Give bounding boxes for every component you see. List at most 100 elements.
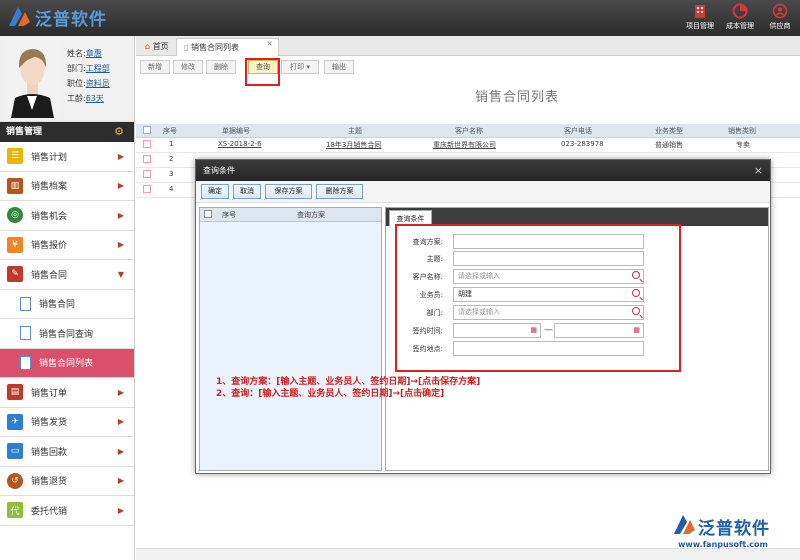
cell-no: 1 <box>169 140 174 148</box>
cell-no: 3 <box>169 170 174 178</box>
table-row[interactable]: 1 XS-2018-2-6 18年3月销售合同 重庆新世界有限公司 023-28… <box>136 138 800 153</box>
note-line: 2、查询：[输入主题、业务员人、签约日期]→[点击确定] <box>216 389 445 399</box>
sidebar-item-sales-opportunity[interactable]: ◎ 销售机会 ▶ <box>0 201 134 231</box>
col-code: 单据编号 <box>222 127 250 135</box>
sidebar-item-sales-return[interactable]: ↺ 销售退货 ▶ <box>0 467 134 496</box>
tab-contract-list[interactable]: ▯ 销售合同列表 × <box>176 38 279 56</box>
select-all-checkbox[interactable] <box>204 210 212 218</box>
profile-age-label: 工龄: <box>67 94 86 103</box>
sidebar-item-label: 销售发货 <box>31 418 68 429</box>
nav-supplier[interactable]: 供应商 <box>760 0 800 36</box>
toolbar: 新增 修改 删除 查询 打印 ▾ 输出 <box>136 56 800 78</box>
gear-icon[interactable]: ⚙ <box>114 122 124 142</box>
scheme-list-header: 序号 查询方案 <box>200 208 381 222</box>
chevron-right-icon: ▶ <box>117 476 124 486</box>
sidebar-item-label: 销售订单 <box>31 388 68 399</box>
cell-no: 4 <box>169 185 174 193</box>
sidebar-item-sales-archive[interactable]: ▥ 销售档案 ▶ <box>0 172 134 201</box>
nav-cost-management[interactable]: 成本管理 <box>720 0 760 36</box>
col-phone: 客户电话 <box>564 127 592 135</box>
sidebar: 姓名:章惠 部门:工程部 职位:资料员 工龄:63天 销售管理 ⚙ ☰ 销售计划 ▶… <box>0 36 135 560</box>
cell-subject[interactable]: 18年3月销售合同 <box>326 140 381 150</box>
cell-cat: 专卖 <box>736 141 750 149</box>
cell-code[interactable]: XS-2018-2-6 <box>218 140 262 148</box>
edit-button[interactable]: 修改 <box>173 60 203 74</box>
sidebar-item-sales-order[interactable]: ▤ 销售订单 ▶ <box>0 378 134 408</box>
plane-icon: ✈ <box>7 413 23 430</box>
chevron-right-icon: ▶ <box>117 240 124 250</box>
pie-chart-icon <box>732 3 748 19</box>
nav-label: 项目管理 <box>686 22 714 30</box>
tab-home[interactable]: ⌂ 首页 <box>138 38 176 56</box>
app-logo: 泛普软件 <box>6 4 107 30</box>
user-profile: 姓名:章惠 部门:工程部 职位:资料员 工龄:63天 <box>0 36 134 122</box>
building-icon <box>695 5 705 18</box>
print-button[interactable]: 打印 ▾ <box>281 60 319 74</box>
sidebar-item-label: 销售合同 <box>39 300 76 311</box>
cancel-button[interactable]: 取消 <box>233 184 261 199</box>
nav-project-management[interactable]: 项目管理 <box>680 0 720 36</box>
sidebar-item-label: 销售合同查询 <box>39 329 94 340</box>
sidebar-item-sales-quote[interactable]: ¥ 销售报价 ▶ <box>0 231 134 260</box>
sidebar-subitem-contract[interactable]: 销售合同 <box>0 289 134 319</box>
document-icon <box>20 355 31 370</box>
annotation-box-conditions <box>395 224 681 372</box>
col-biz-type: 业务类型 <box>655 127 683 135</box>
grid-header: 序号 单据编号 主题 客户名称 客户电话 业务类型 销售类别 <box>136 124 800 138</box>
scheme-list: 序号 查询方案 <box>199 207 382 471</box>
profile-age[interactable]: 63天 <box>86 94 104 103</box>
delete-button[interactable]: 删除 <box>206 60 236 74</box>
sidebar-subitem-contract-list[interactable]: 销售合同列表 <box>0 348 134 378</box>
profile-title-label: 职位: <box>67 79 86 88</box>
sidebar-item-sales-plan[interactable]: ☰ 销售计划 ▶ <box>0 142 134 172</box>
sidebar-item-consignment[interactable]: 代委托代销 ▶ <box>0 496 134 526</box>
watermark-logo-icon <box>674 515 695 534</box>
profile-dept[interactable]: 工程部 <box>86 64 110 73</box>
row-checkbox[interactable] <box>143 155 151 163</box>
row-checkbox[interactable] <box>143 185 151 193</box>
ok-button[interactable]: 确定 <box>201 184 229 199</box>
sidebar-item-sales-delivery[interactable]: ✈ 销售发货 ▶ <box>0 408 134 437</box>
profile-name[interactable]: 章惠 <box>86 49 102 58</box>
chevron-right-icon: ▶ <box>117 446 124 456</box>
profile-title[interactable]: 资料员 <box>86 79 110 88</box>
row-checkbox[interactable] <box>143 140 151 148</box>
save-scheme-button[interactable]: 保存方案 <box>265 184 312 199</box>
instruction-notes: 1、查询方案：[输入主题、业务员人、签约日期]→[点击保存方案] 2、查询：[输… <box>216 376 480 400</box>
col-no: 序号 <box>222 211 236 219</box>
chevron-right-icon: ▶ <box>117 417 124 427</box>
select-all-checkbox[interactable] <box>143 126 151 134</box>
document-icon <box>20 326 31 341</box>
sidebar-item-label: 销售机会 <box>31 211 68 222</box>
sidebar-item-sales-payment[interactable]: ▭ 销售回款 ▶ <box>0 437 134 467</box>
delete-scheme-button[interactable]: 删除方案 <box>316 184 363 199</box>
tab-label: 首页 <box>152 42 169 51</box>
chevron-down-icon: ▾ <box>306 63 310 71</box>
watermark-url: www.fanpusoft.com <box>678 540 768 549</box>
plan-icon: ☰ <box>7 148 23 165</box>
close-icon[interactable]: × <box>266 35 273 53</box>
sidebar-item-sales-contract[interactable]: ✎ 销售合同 ▼ <box>0 260 134 290</box>
sidebar-item-label: 委托代销 <box>31 506 68 517</box>
cell-customer[interactable]: 重庆新世界有限公司 <box>433 140 496 150</box>
target-icon: ◎ <box>7 207 23 224</box>
page-title: 销售合同列表 <box>475 90 560 105</box>
close-icon[interactable]: × <box>754 160 763 181</box>
nav-label: 供应商 <box>769 22 791 30</box>
chevron-down-icon: ▼ <box>117 269 124 279</box>
profile-info: 姓名:章惠 部门:工程部 职位:资料员 工龄:63天 <box>67 46 110 106</box>
export-button[interactable]: 输出 <box>324 60 354 74</box>
dialog-title-bar: 查询条件 × <box>196 160 770 181</box>
consign-icon: 代 <box>7 502 23 519</box>
tab-strip: ⌂ 首页 ▯ 销售合同列表 × <box>136 36 800 56</box>
note-line: 1、查询方案：[输入主题、业务员人、签约日期]→[点击保存方案] <box>216 377 481 387</box>
sidebar-item-label: 销售合同列表 <box>39 359 94 370</box>
sidebar-subitem-contract-query[interactable]: 销售合同查询 <box>0 319 134 349</box>
print-label: 打印 <box>290 63 305 71</box>
top-nav: 项目管理 成本管理 供应商 <box>680 0 800 36</box>
row-checkbox[interactable] <box>143 170 151 178</box>
top-bar: 泛普软件 项目管理 成本管理 供应商 <box>0 0 800 36</box>
annotation-box-query <box>245 58 280 86</box>
tab-label: 销售合同列表 <box>190 43 239 52</box>
new-button[interactable]: 新增 <box>140 60 170 74</box>
